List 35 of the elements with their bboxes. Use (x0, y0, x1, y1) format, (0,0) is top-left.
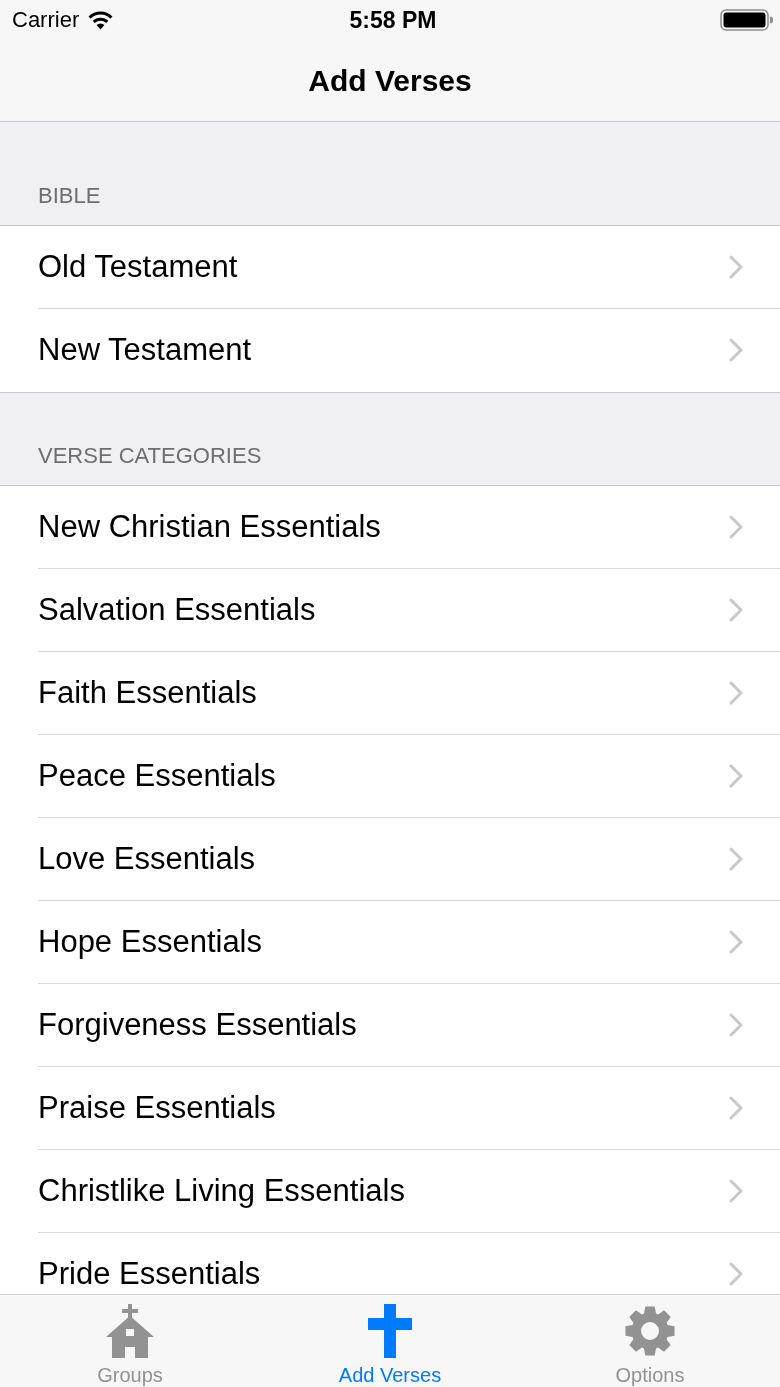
status-time: 5:58 PM (349, 6, 437, 34)
chevron-icon (729, 515, 743, 539)
list-item[interactable]: Old Testament (0, 226, 780, 309)
chevron-icon (729, 681, 743, 705)
section-header: VERSE CATEGORIES (38, 443, 262, 469)
battery-icon (720, 9, 774, 31)
list-item[interactable]: Love Essentials (0, 818, 780, 901)
list-item[interactable]: Christlike Living Essentials (0, 1150, 780, 1233)
settings-icon (625, 1306, 675, 1356)
list-item[interactable]: Hope Essentials (0, 901, 780, 984)
list-item[interactable]: New Testament (0, 309, 780, 392)
chevron-icon (729, 1096, 743, 1120)
section-header: BIBLE (38, 183, 101, 209)
chevron-icon (729, 1262, 743, 1286)
chevron-icon (729, 1179, 743, 1203)
wifi-icon (88, 10, 114, 30)
chevron-icon (729, 598, 743, 622)
chevron-icon (729, 1013, 743, 1037)
chevron-icon (729, 764, 743, 788)
list-item[interactable]: Salvation Essentials (0, 569, 780, 652)
list-item[interactable]: Faith Essentials (0, 652, 780, 735)
list-item[interactable]: Forgiveness Essentials (0, 984, 780, 1067)
chevron-icon (729, 930, 743, 954)
church-icon (104, 1304, 156, 1358)
list-item[interactable]: Peace Essentials (0, 735, 780, 818)
chevron-icon (729, 338, 743, 362)
list-item[interactable]: Praise Essentials (0, 1067, 780, 1150)
tab[interactable]: Add Verses (260, 1295, 520, 1387)
carrier-name: Carrier (12, 7, 80, 33)
nav-title: Add Verses (308, 63, 472, 98)
list-item[interactable]: Pride Essentials (0, 1233, 780, 1294)
cross-icon (368, 1304, 412, 1358)
chevron-icon (729, 255, 743, 279)
chevron-icon (729, 847, 743, 871)
list-item[interactable]: New Christian Essentials (0, 486, 780, 569)
